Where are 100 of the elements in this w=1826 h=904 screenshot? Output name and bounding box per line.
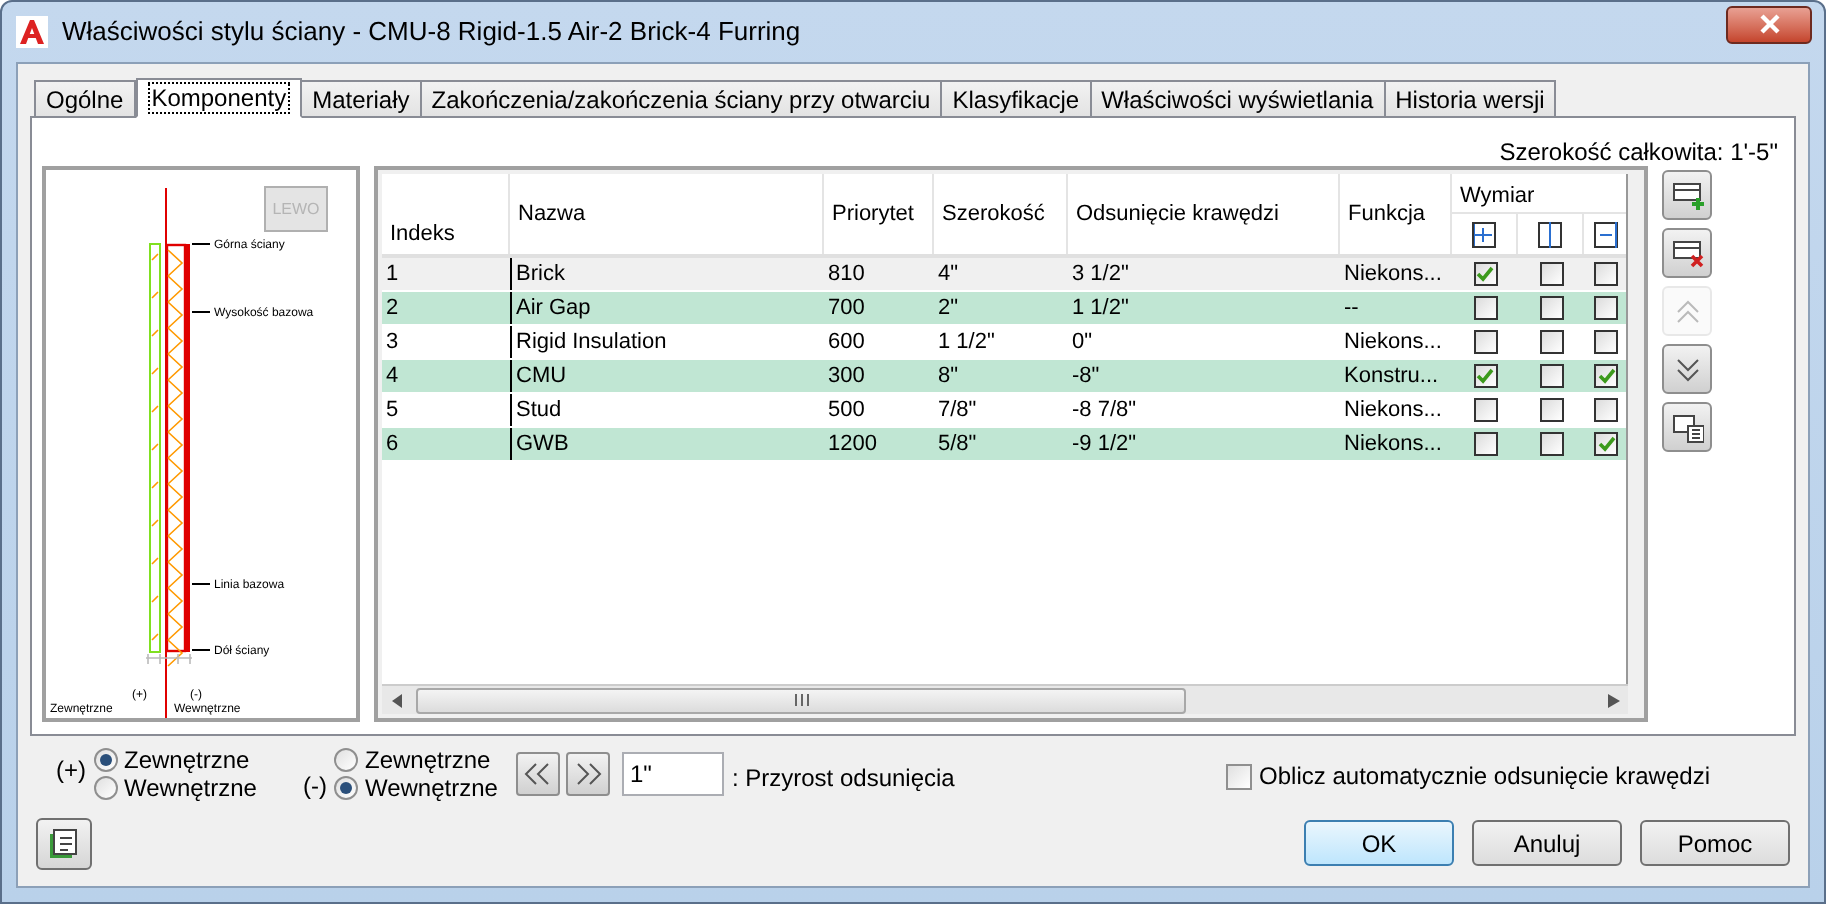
- close-button[interactable]: [1726, 5, 1812, 43]
- radio-button[interactable]: [334, 776, 359, 800]
- toolbar-button[interactable]: [1662, 228, 1712, 278]
- checkbox[interactable]: [1594, 364, 1618, 388]
- checkbox[interactable]: [1473, 262, 1497, 286]
- table-cell-text: --: [1342, 294, 1361, 324]
- checkbox[interactable]: [1539, 262, 1563, 286]
- double-left-chevron-icon: [523, 762, 552, 786]
- tab[interactable]: Ogólne: [34, 80, 136, 116]
- table-row[interactable]: 1 Brick 810 4" 3 1/2" Niekons...: [382, 258, 1626, 290]
- table-cell-text: 4: [384, 362, 401, 392]
- table-cell-text: 7/8": [936, 396, 979, 426]
- checkbox[interactable]: [1594, 398, 1618, 422]
- column-header[interactable]: Szerokość: [942, 198, 1045, 231]
- table-cell-text: 2": [936, 294, 961, 324]
- auto-offset-checkbox[interactable]: [1225, 763, 1252, 789]
- table-cell-text: Niekons...: [1342, 396, 1444, 426]
- offset-increment-label: : Przyrost odsunięcia: [731, 762, 955, 796]
- delete-row-icon: [1671, 237, 1703, 269]
- table-cell-text: 1 1/2": [936, 328, 997, 358]
- leader-line: [191, 649, 211, 651]
- toolbar-button[interactable]: [1662, 170, 1712, 220]
- settings-button[interactable]: [36, 817, 92, 869]
- tab[interactable]: Zakończenia/zakończenia ściany przy otwarciu: [419, 80, 943, 116]
- tab[interactable]: Materiały: [300, 80, 422, 116]
- table-cell-text: 5/8": [936, 430, 979, 460]
- double-right-chevron-icon: [573, 762, 602, 786]
- tab[interactable]: Historia wersji: [1383, 80, 1557, 116]
- dialog-button[interactable]: Anuluj: [1472, 820, 1622, 866]
- move-down-icon: [1671, 353, 1703, 385]
- table-cell: Rigid Insulation: [510, 326, 824, 358]
- column-header[interactable]: Indeks: [390, 217, 455, 250]
- tab[interactable]: Klasyfikacje: [940, 80, 1092, 116]
- table-cell-text: 3: [384, 328, 401, 358]
- tab[interactable]: Komponenty: [135, 78, 303, 118]
- offset-left-button[interactable]: [515, 752, 560, 796]
- radio-button[interactable]: [94, 748, 118, 772]
- checkbox[interactable]: [1473, 296, 1497, 320]
- document-icon: [48, 827, 80, 859]
- column-header[interactable]: Nazwa: [518, 198, 586, 231]
- scrollbar-thumb[interactable]: [416, 687, 1186, 713]
- table-cell: Air Gap: [510, 292, 824, 324]
- table-cell-text: -8": [1070, 362, 1102, 392]
- table-cell-text: 500: [826, 396, 867, 426]
- dialog-button[interactable]: OK: [1304, 820, 1454, 866]
- table-cell-text: 8": [936, 362, 961, 392]
- checkbox[interactable]: [1473, 398, 1497, 422]
- table-cell-text: Niekons...: [1342, 260, 1444, 290]
- checkbox[interactable]: [1539, 296, 1563, 320]
- table-cell-text: 0": [1070, 328, 1095, 358]
- table-cell-text: 810: [826, 260, 867, 290]
- plus-side-label: (+): [56, 754, 86, 788]
- table-row[interactable]: 4 CMU 300 8" -8" Konstru...: [382, 360, 1626, 392]
- close-icon: [1757, 14, 1781, 34]
- checkbox[interactable]: [1539, 330, 1563, 354]
- toolbar-button[interactable]: [1662, 344, 1712, 394]
- radio-button[interactable]: [334, 748, 359, 772]
- checkbox[interactable]: [1539, 432, 1563, 456]
- column-header[interactable]: Odsunięcie krawędzi: [1076, 198, 1279, 231]
- checkbox[interactable]: [1594, 330, 1618, 354]
- table-cell-text: 4": [936, 260, 961, 290]
- dialog-button[interactable]: Pomoc: [1640, 820, 1790, 866]
- checkbox[interactable]: [1594, 262, 1618, 286]
- table-cell-text: 300: [826, 362, 867, 392]
- column-header[interactable]: Priorytet: [832, 198, 914, 231]
- table-row[interactable]: 2 Air Gap 700 2" 1 1/2" --: [382, 292, 1626, 324]
- column-header[interactable]: Funkcja: [1348, 198, 1426, 231]
- dimension-center-icon: [1538, 221, 1562, 247]
- checkbox[interactable]: [1473, 364, 1497, 388]
- minus-side-label: (-): [302, 770, 327, 804]
- column-header[interactable]: Wymiar: [1452, 174, 1626, 212]
- checkbox[interactable]: [1473, 330, 1497, 354]
- table-cell-text: -9 1/2": [1070, 430, 1139, 460]
- table-cell-text: 5: [384, 396, 401, 426]
- table-cell-text: 600: [826, 328, 867, 358]
- tab[interactable]: Właściwości wyświetlania: [1089, 80, 1386, 116]
- dimension-exterior-icon: [1472, 221, 1496, 247]
- total-width-label: Szerokość całkowita: 1'-5": [1499, 136, 1778, 166]
- radio-button[interactable]: [94, 776, 118, 800]
- table-cell: GWB: [510, 428, 824, 460]
- checkbox[interactable]: [1539, 364, 1563, 388]
- checkbox[interactable]: [1594, 296, 1618, 320]
- checkbox[interactable]: [1594, 432, 1618, 456]
- radio-label: Wewnętrzne: [124, 773, 257, 806]
- table-cell-text: 2: [384, 294, 401, 324]
- table-view-icon: [1671, 411, 1703, 443]
- radio-label: Zewnętrzne: [124, 744, 250, 778]
- table-cell-text: -8 7/8": [1070, 396, 1139, 426]
- offset-increment-field[interactable]: 1": [621, 752, 724, 796]
- table-row[interactable]: 6 GWB 1200 5/8" -9 1/2" Niekons...: [382, 428, 1626, 460]
- offset-right-button[interactable]: [565, 752, 610, 796]
- table-cell-text: 700: [826, 294, 867, 324]
- checkbox[interactable]: [1539, 398, 1563, 422]
- radio-label: Zewnętrzne: [364, 744, 491, 778]
- table-cell-text: Niekons...: [1342, 328, 1444, 358]
- checkbox[interactable]: [1473, 432, 1497, 456]
- app-logo-icon: [16, 16, 48, 48]
- table-cell: Brick: [510, 258, 824, 290]
- toolbar-button[interactable]: [1662, 402, 1712, 452]
- radio-label: Wewnętrzne: [364, 773, 498, 806]
